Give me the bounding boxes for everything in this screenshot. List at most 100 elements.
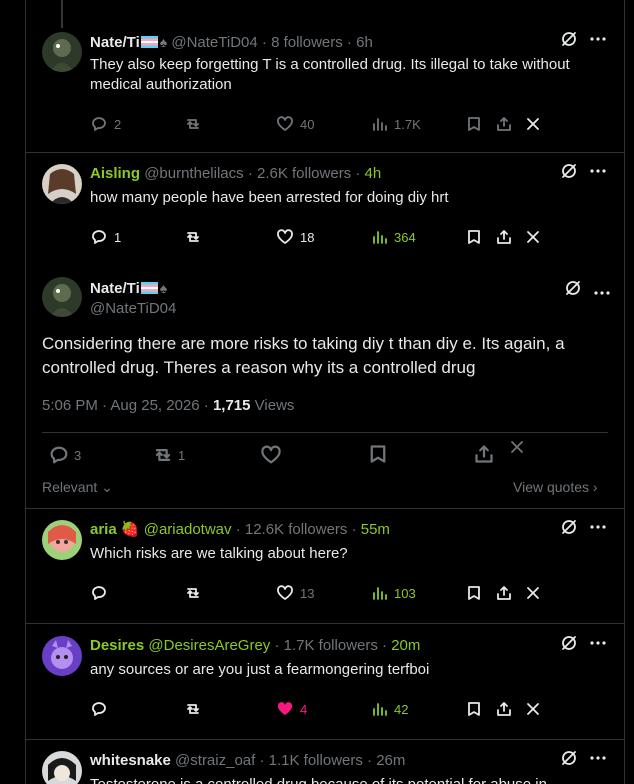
user-handle[interactable]: @ariadotwav [144,521,232,538]
spade-icon: ♠ [159,34,168,50]
dismiss-button[interactable] [526,117,540,131]
dismiss-button[interactable] [510,440,524,454]
reply-button[interactable] [90,700,108,718]
reply-count: 2 [114,116,122,132]
repost-button[interactable]: 1 [152,444,185,466]
close-icon [527,587,539,599]
grok-icon[interactable] [560,30,578,48]
reply-tweet[interactable]: Aisling @burnthelilacs · 2.6K followers … [26,164,624,254]
grok-icon[interactable] [560,162,578,180]
reply-tweet[interactable]: Nate/Ti ♠ @NateTiD04 · 8 followers · 6h T… [26,32,624,144]
tweet-text: any sources or are you just a fearmonger… [90,661,430,678]
view-quotes-label: View quotes [513,479,590,495]
bookmark-button[interactable] [368,444,388,464]
display-name[interactable]: Nate/Ti [90,280,140,297]
sort-label: Relevant [42,479,98,495]
like-button[interactable]: 4 [276,700,307,718]
share-button[interactable] [496,116,512,132]
display-name[interactable]: Aisling [90,165,140,182]
sort-replies-dropdown[interactable]: Relevant ⌄ [42,479,113,496]
tweet-top-right-actions [560,634,606,652]
reply-count: 3 [74,447,82,463]
share-button[interactable] [474,444,494,464]
views-button[interactable]: 364 [372,229,416,245]
reply-button[interactable]: 1 [90,228,121,246]
display-name[interactable]: Desires [90,637,144,654]
avatar[interactable] [42,520,82,560]
reply-button[interactable] [90,584,108,602]
reply-tweet[interactable]: whitesnake @straiz_oaf · 1.1K followers … [26,751,624,784]
bookmark-button[interactable] [466,116,482,132]
repost-button[interactable] [184,115,202,133]
like-button[interactable] [260,444,282,466]
like-button[interactable]: 40 [276,115,314,133]
tweet-text: how many people have been arrested for d… [90,189,449,206]
like-count: 4 [300,701,308,717]
share-button[interactable] [496,585,512,601]
grok-icon[interactable] [560,751,578,767]
display-name[interactable]: Nate/Ti [90,34,140,51]
grok-icon[interactable] [564,279,582,302]
avatar[interactable] [42,636,82,676]
close-icon [527,231,539,243]
tweet-actions: 13 103 [90,583,614,603]
more-icon[interactable] [590,641,606,645]
more-icon[interactable] [590,525,606,529]
bookmark-button[interactable] [466,701,482,717]
share-button[interactable] [496,229,512,245]
display-name[interactable]: aria [90,521,117,538]
main-tweet-author: Nate/Ti ♠ @NateTiD04 [90,278,176,319]
view-count: 1.7K [394,116,421,132]
tweet-time[interactable]: 5:06 PM · Aug 25, 2026 · [42,397,209,414]
reply-icon [92,230,106,244]
main-tweet-actions: 3 1 [42,441,608,468]
reply-tweet[interactable]: Desires @DesiresAreGrey · 1.7K followers… [26,636,624,728]
avatar[interactable] [42,751,82,784]
user-handle[interactable]: @burnthelilacs [144,165,243,182]
more-icon[interactable] [590,169,606,173]
dismiss-button[interactable] [526,702,540,716]
more-icon[interactable] [590,37,606,41]
avatar[interactable] [42,164,82,204]
views-button[interactable]: 42 [372,701,408,717]
reply-button[interactable]: 3 [48,444,81,466]
reply-tweet[interactable]: aria 🍓 @ariadotwav · 12.6K followers · 5… [26,520,624,612]
dismiss-button[interactable] [526,230,540,244]
share-button[interactable] [496,701,512,717]
avatar[interactable] [42,32,82,72]
dismiss-button[interactable] [526,586,540,600]
user-handle[interactable]: @NateTiD04 [171,34,257,51]
divider [26,623,624,624]
views-icon [373,587,387,600]
views-button[interactable]: 103 [372,585,416,601]
more-icon[interactable] [590,756,606,760]
view-quotes-link[interactable]: View quotes › [513,479,598,495]
tweet-actions: 4 42 [90,699,614,719]
grok-icon[interactable] [560,518,578,536]
like-button[interactable]: 13 [276,584,314,602]
reply-button[interactable]: 2 [90,115,121,133]
tweet-top-right-actions [560,518,606,536]
user-handle[interactable]: @straiz_oaf [175,752,255,769]
strawberry-icon: 🍓 [120,521,140,538]
tweet-meta: · 12.6K followers · [235,521,357,538]
more-icon[interactable] [594,282,610,300]
like-button[interactable]: 18 [276,228,314,246]
views-button[interactable]: 1.7K [372,116,421,132]
bookmark-button[interactable] [466,585,482,601]
user-handle[interactable]: @NateTiD04 [90,300,176,317]
reply-icon [50,446,68,464]
views-icon [373,118,387,131]
trans-flag-icon [140,282,158,294]
repost-button[interactable] [184,228,202,246]
repost-icon [187,588,199,598]
display-name[interactable]: whitesnake [90,752,171,769]
bookmark-button[interactable] [466,229,482,245]
repost-button[interactable] [184,700,202,718]
share-icon [497,117,511,131]
user-handle[interactable]: @DesiresAreGrey [148,637,270,654]
repost-button[interactable] [184,584,202,602]
avatar[interactable] [42,277,82,317]
reply-count: 1 [114,229,122,245]
grok-icon[interactable] [560,634,578,652]
